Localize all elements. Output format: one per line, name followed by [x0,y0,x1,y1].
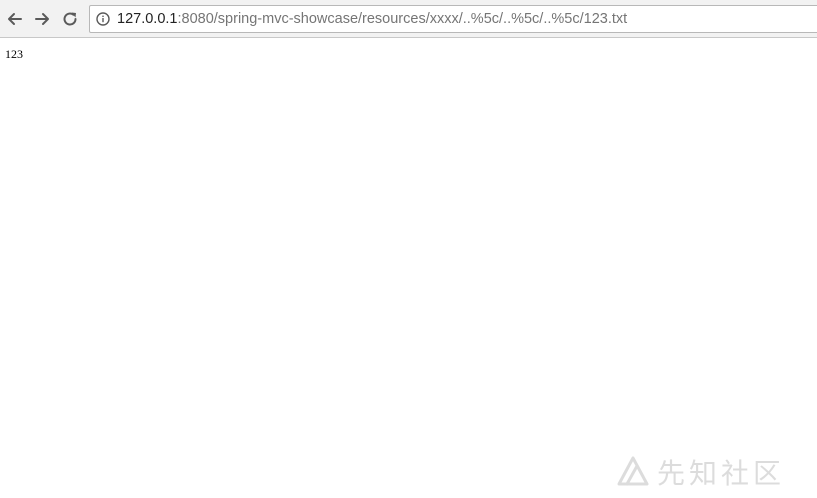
browser-toolbar: 127.0.0.1:8080/spring-mvc-showcase/resou… [0,0,817,38]
url-host: 127.0.0.1 [117,11,178,27]
watermark-text: 先知社区 [657,457,786,490]
reload-button[interactable] [57,6,83,32]
arrow-left-icon [8,13,22,25]
address-bar[interactable]: 127.0.0.1:8080/spring-mvc-showcase/resou… [89,5,817,33]
back-button[interactable] [2,6,28,32]
reload-icon [63,12,77,26]
url-path: :8080/spring-mvc-showcase/resources/xxxx… [177,11,628,27]
page-body-text: 123 [5,47,23,61]
forward-button[interactable] [29,6,55,32]
arrow-right-icon [35,13,49,25]
info-circle-icon[interactable] [96,12,110,26]
url-text[interactable]: 127.0.0.1:8080/spring-mvc-showcase/resou… [117,11,627,28]
watermark: 先知社区 [615,452,785,492]
xianzhi-logo-icon [617,456,649,486]
